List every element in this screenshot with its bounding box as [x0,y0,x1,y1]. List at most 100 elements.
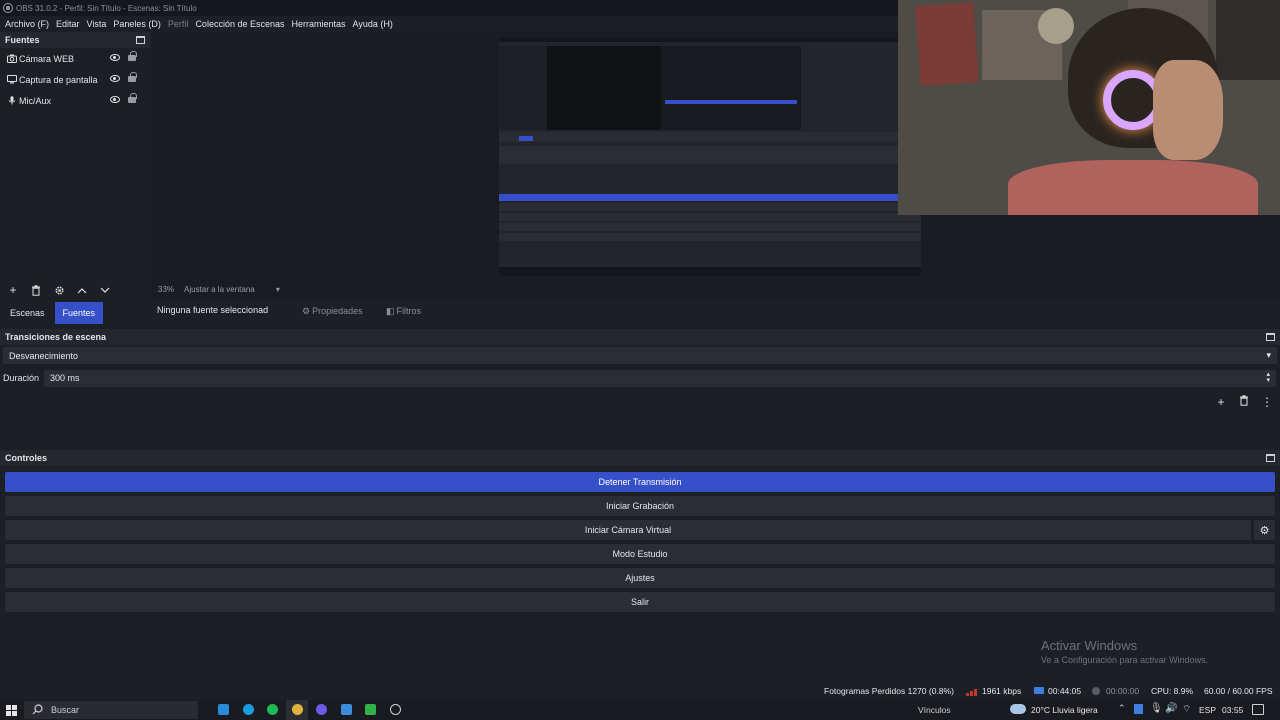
start-virtual-camera-button[interactable]: Iniciar Cámara Virtual [5,520,1251,540]
obs-taskbar-icon[interactable] [390,704,401,715]
transition-tools: + ⋮ [1206,395,1275,409]
properties-button[interactable]: ⚙ Propiedades [302,303,363,319]
gear-icon [54,285,64,295]
visibility-eye-icon[interactable] [110,96,120,103]
bitrate: 1961 kbps [982,686,1022,696]
duration-spinbox[interactable]: 300 ms ▴ ▾ [44,369,1277,387]
source-item-camara-web[interactable]: Cámara WEB [0,48,150,69]
status-bar: Fotogramas Perdidos 1270 (0.8%) 1961 kbp… [0,682,1280,699]
notifications-icon[interactable] [1252,704,1264,715]
start-recording-button[interactable]: Iniciar Grabación [5,496,1275,516]
edge-icon[interactable] [243,704,254,715]
remove-transition-button[interactable] [1236,395,1252,409]
search-placeholder: Buscar [51,705,80,715]
windows-taskbar: Buscar Vínculos 20°C Lluvia ligera ⌃ 🎙 🔊… [0,700,1280,720]
window-title: OBS 31.0.2 - Perfil: Sin Título - Escena… [16,3,197,13]
menu-herramientas[interactable]: Herramientas [292,19,346,29]
visibility-eye-icon[interactable] [110,75,120,82]
preview-status-bar: 33% Ajustar a la ventana ▾ [152,282,1280,296]
filters-button[interactable]: ◧ Filtros [386,303,421,319]
visibility-eye-icon[interactable] [110,54,120,61]
menu-editar[interactable]: Editar [56,19,80,29]
lock-icon[interactable] [128,72,137,82]
add-source-button[interactable]: + [5,283,21,297]
tab-fuentes[interactable]: Fuentes [54,302,104,324]
lock-icon[interactable] [128,93,137,103]
virtual-camera-settings-button[interactable]: ⚙ [1254,520,1275,540]
undock-icon[interactable] [136,36,145,44]
transition-menu-button[interactable]: ⋮ [1259,395,1275,409]
language-indicator[interactable]: ESP [1199,705,1216,715]
microphone-icon [7,96,17,105]
menu-paneles[interactable]: Paneles (D) [113,19,161,29]
move-up-button[interactable] [74,283,90,297]
steam-taskbar-icon[interactable] [218,704,229,715]
studio-mode-button[interactable]: Modo Estudio [5,544,1275,564]
microphone-tray-icon[interactable]: 🎙 [1150,703,1163,714]
source-item-captura-pantalla[interactable]: Captura de pantalla [0,69,150,90]
tab-escenas[interactable]: Escenas [2,302,53,324]
sources-dock: Fuentes Cámara WEB Captura de pantalla M… [0,32,150,300]
spotify-icon[interactable] [267,704,278,715]
clock[interactable]: 03:55 [1222,705,1243,715]
remove-source-button[interactable] [28,283,44,297]
sources-dock-title: Fuentes [0,32,150,48]
spin-arrows-icon[interactable]: ▴ ▾ [1267,371,1271,384]
undock-icon[interactable] [1266,454,1275,462]
windows-start-icon[interactable] [6,705,17,716]
links-toolbar[interactable]: Vínculos [918,705,951,715]
settings-button[interactable]: Ajustes [5,568,1275,588]
undock-icon[interactable] [1266,333,1275,341]
transition-select[interactable]: Desvanecimiento ▾ [3,347,1277,364]
volume-icon[interactable]: 🔊 [1165,703,1177,714]
weather-cloud-icon [1010,704,1026,714]
menu-perfil[interactable]: Perfil [168,19,189,29]
steam-icon[interactable] [341,704,352,715]
webcam-preview [898,0,1280,215]
menu-archivo[interactable]: Archivo (F) [5,19,49,29]
gear-icon: ⚙ [1259,524,1270,537]
transitions-dock-title: Transiciones de escena [0,329,1280,345]
sources-toolbar: + [0,282,150,298]
source-item-mic-aux[interactable]: Mic/Aux [0,90,150,111]
camera-icon [7,54,17,63]
obs-logo-icon [3,3,13,13]
exit-button[interactable]: Salir [5,592,1275,612]
network-icon[interactable]: ⌔ [1182,703,1191,716]
source-properties-button[interactable] [51,283,67,297]
lock-icon[interactable] [128,51,137,61]
minecraft-icon[interactable] [365,704,376,715]
menu-ayuda[interactable]: Ayuda (H) [353,19,393,29]
transitions-dock: Transiciones de escena Desvanecimiento ▾… [0,329,1280,446]
activation-title: Activar Windows [1041,638,1138,653]
stream-time: 00:44:05 [1048,686,1082,696]
transitions-title: Transiciones de escena [5,332,107,342]
transition-selected-value: Desvanecimiento [9,350,79,361]
fit-to-window-dropdown[interactable]: Ajustar a la ventana ▾ [184,285,290,294]
activation-subtitle: Ve a Configuración para activar Windows. [1041,655,1209,665]
chevron-down-icon: ▾ [275,284,280,294]
filters-label: Filtros [396,306,422,316]
record-time: 00:00:00 [1106,686,1140,696]
record-status-icon [1092,687,1100,695]
chrome-icon[interactable] [292,704,303,715]
chevron-down-icon [100,287,110,293]
sources-title: Fuentes [5,35,40,45]
filter-icon: ◧ [386,305,395,316]
duration-label: Duración [3,373,40,383]
discord-icon[interactable] [316,704,327,715]
taskbar-search-input[interactable]: Buscar [24,701,198,719]
weather-widget[interactable]: 20°C Lluvia ligera [1031,705,1098,715]
cpu-usage: CPU: 8.9% [1151,686,1194,696]
menu-vista[interactable]: Vista [87,19,107,29]
trash-icon [1240,395,1248,406]
stop-streaming-button[interactable]: Detener Transmisión [5,472,1275,492]
tray-chevron-up-icon[interactable]: ⌃ [1118,703,1126,714]
source-list: Cámara WEB Captura de pantalla Mic/Aux [0,48,150,278]
tray-app-icon[interactable] [1134,704,1143,714]
search-icon [32,704,43,717]
menu-coleccion-escenas[interactable]: Colección de Escenas [195,19,284,29]
move-down-button[interactable] [97,283,113,297]
stream-status-icon [1034,687,1044,694]
add-transition-button[interactable]: + [1213,395,1229,409]
